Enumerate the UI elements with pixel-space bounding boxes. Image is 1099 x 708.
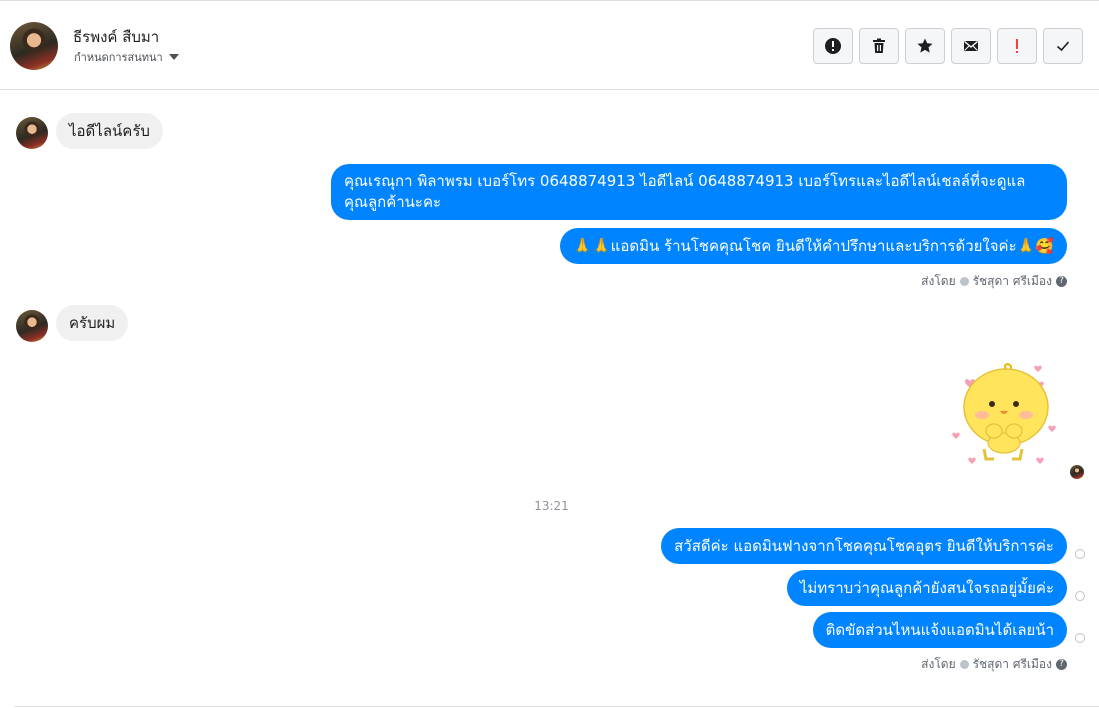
- delivered-icon: [1075, 633, 1085, 643]
- delivered-icon: [1075, 591, 1085, 601]
- mark-done-button[interactable]: [1043, 28, 1083, 64]
- conversation-toolbar: [813, 28, 1083, 64]
- caret-down-icon: [168, 54, 179, 60]
- sent-by-info: ส่งโดย รัชสุดา ศรีเมือง ?: [921, 655, 1067, 674]
- sent-by-prefix: ส่งโดย: [921, 274, 956, 288]
- alert-circle-icon: [825, 38, 841, 54]
- contact-name[interactable]: ธีรพงค์ สืบมา: [73, 25, 159, 49]
- check-badge-icon: [959, 277, 969, 286]
- sent-by-name[interactable]: รัชสุดา ศรีเมือง: [973, 272, 1052, 291]
- contact-avatar[interactable]: [10, 22, 58, 70]
- outgoing-message: สวัสดีค่ะ แอดมินฟางจากโชคคุณโชคอุตร ยินด…: [661, 528, 1067, 564]
- help-icon[interactable]: ?: [1056, 276, 1067, 287]
- seen-avatar: [1070, 465, 1084, 479]
- envelope-icon: [964, 40, 978, 51]
- chick-sticker: [952, 363, 1056, 464]
- conversation-schedule-dropdown[interactable]: กำหนดการสนทนา: [74, 48, 179, 66]
- message-thread[interactable]: ไอดีไลน์ครับ คุณเรณุกา พิลาพรม เบอร์โทร …: [0, 91, 1099, 696]
- delivered-icon: [1075, 549, 1085, 559]
- conversation-header: ธีรพงค์ สืบมา กำหนดการสนทนา: [0, 0, 1099, 90]
- sent-by-info: ส่งโดย รัชสุดา ศรีเมือง ?: [921, 272, 1067, 291]
- sent-by-name[interactable]: รัชสุดา ศรีเมือง: [973, 655, 1052, 674]
- report-button[interactable]: [813, 28, 853, 64]
- check-badge-icon: [959, 660, 969, 669]
- sender-avatar: [16, 310, 48, 342]
- outgoing-message: 🙏🙏แอดมิน ร้านโชคคุณโชค ยินดีให้คำปรึกษาแ…: [560, 228, 1067, 264]
- trash-icon: [873, 38, 885, 53]
- check-icon: [1056, 41, 1070, 52]
- schedule-label: กำหนดการสนทนา: [74, 51, 163, 64]
- exclamation-icon: [1016, 39, 1018, 53]
- follow-up-button[interactable]: [997, 28, 1037, 64]
- outgoing-message: ติดขัดส่วนไหนแจ้งแอดมินได้เลยน้า: [812, 612, 1067, 648]
- outgoing-message: คุณเรณุกา พิลาพรม เบอร์โทร 0648874913 ไอ…: [331, 164, 1067, 220]
- sent-by-prefix: ส่งโดย: [921, 657, 956, 671]
- delete-button[interactable]: [859, 28, 899, 64]
- mark-unread-button[interactable]: [951, 28, 991, 64]
- star-button[interactable]: [905, 28, 945, 64]
- message-timestamp: 13:21: [534, 499, 569, 513]
- outgoing-message: ไม่ทราบว่าคุณลูกค้ายังสนใจรถอยู่มั้ยค่ะ: [786, 570, 1067, 606]
- help-icon[interactable]: ?: [1056, 659, 1067, 670]
- star-icon: [917, 38, 933, 53]
- incoming-message: ไอดีไลน์ครับ: [56, 113, 163, 149]
- composer-divider: [14, 706, 1099, 707]
- sender-avatar: [16, 117, 48, 149]
- incoming-message: ครับผม: [56, 305, 129, 341]
